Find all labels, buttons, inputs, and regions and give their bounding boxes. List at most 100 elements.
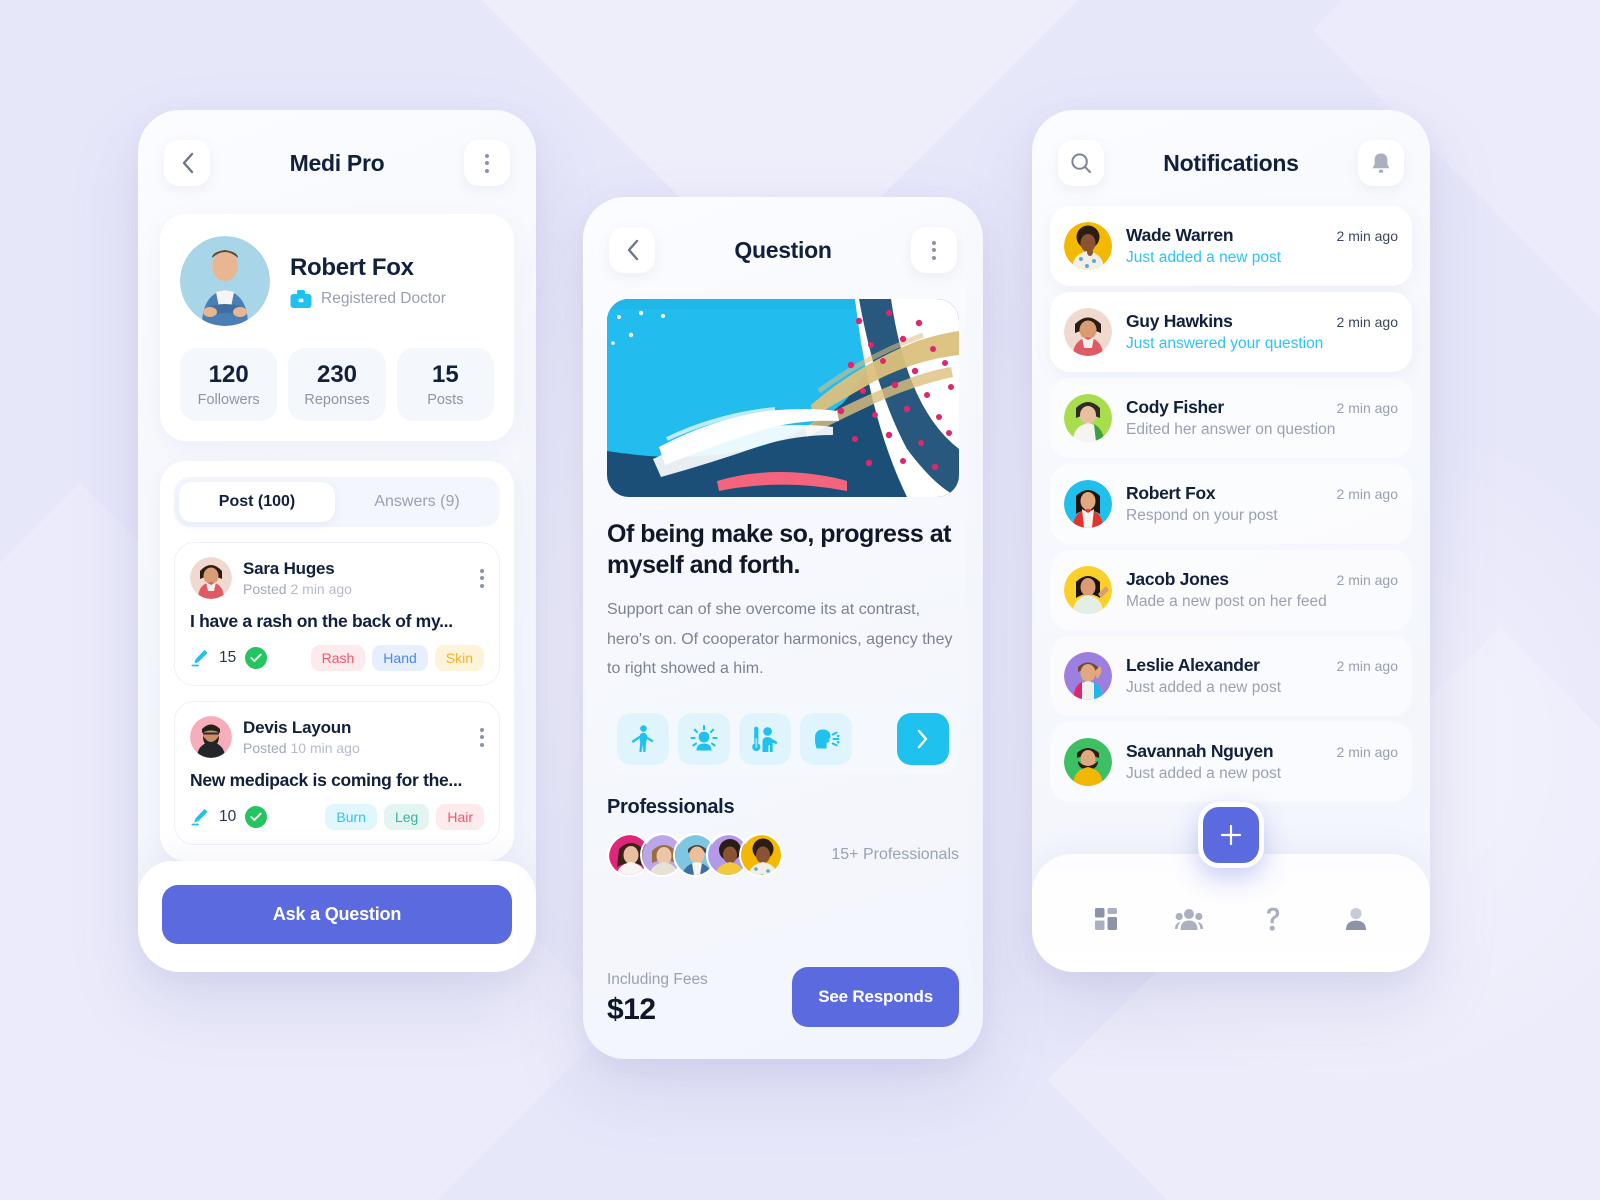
notification-top: Guy Hawkins 2 min ago — [1126, 311, 1398, 332]
plus-icon — [1220, 824, 1242, 846]
notification-item[interactable]: Cody Fisher 2 min ago Edited her answer … — [1050, 378, 1412, 458]
professionals-row: 15+ Professionals — [607, 832, 959, 877]
post-header: Sara Huges Posted 2 min ago — [190, 557, 484, 599]
notification-item[interactable]: Savannah Nguyen 2 min ago Just added a n… — [1050, 722, 1412, 802]
stat-posts[interactable]: 15 Posts — [396, 348, 494, 421]
fee-amount: $12 — [607, 993, 656, 1026]
professional-avatars[interactable] — [607, 832, 783, 877]
question-menu-button[interactable] — [911, 227, 957, 273]
profile-role: Registered Doctor — [321, 289, 446, 307]
stat-label: Reponses — [304, 392, 370, 408]
post-menu-button[interactable] — [480, 727, 484, 747]
tab-post[interactable]: Post (100) — [179, 482, 335, 522]
notification-item[interactable]: Jacob Jones 2 min ago Made a new post on… — [1050, 550, 1412, 630]
notification-name: Leslie Alexander — [1126, 655, 1260, 675]
post-item[interactable]: Devis Layoun Posted 10 min ago New medip… — [174, 701, 500, 845]
tag[interactable]: Hair — [436, 804, 484, 830]
check-circle-icon — [245, 806, 268, 828]
headache-icon — [690, 724, 718, 751]
page-title: Question — [734, 236, 832, 263]
page-title: Notifications — [1163, 149, 1299, 176]
profile-card: Robert Fox Registered Doctor 120 Followe… — [160, 214, 514, 441]
see-responds-button[interactable]: See Responds — [792, 967, 959, 1027]
notification-item[interactable]: Guy Hawkins 2 min ago Just answered your… — [1050, 292, 1412, 372]
avatar — [1064, 652, 1112, 700]
symptom-cough[interactable] — [800, 712, 852, 765]
notification-message: Edited her answer on question — [1126, 421, 1336, 438]
question-hero-image — [607, 299, 959, 497]
notification-item[interactable]: Robert Fox 2 min ago Respond on your pos… — [1050, 464, 1412, 544]
search-icon — [1071, 153, 1091, 173]
nav-help[interactable] — [1250, 902, 1296, 936]
notification-item[interactable]: Wade Warren 2 min ago Just added a new p… — [1050, 206, 1412, 286]
stat-followers[interactable]: 120 Followers — [180, 348, 278, 421]
avatar — [1064, 222, 1112, 270]
nav-people[interactable] — [1166, 902, 1212, 936]
chevron-left-icon — [182, 152, 193, 174]
avatar — [180, 236, 270, 326]
nav-profile[interactable] — [1333, 902, 1379, 936]
avatar — [1064, 480, 1112, 528]
tag[interactable]: Leg — [383, 804, 430, 830]
notification-name: Savannah Nguyen — [1126, 741, 1274, 761]
post-timestamp: Posted 10 min ago — [243, 740, 469, 756]
chevron-right-icon — [917, 729, 928, 748]
posts-tabs: Post (100) Answers (9) — [174, 477, 500, 527]
notification-body: Robert Fox 2 min ago Respond on your pos… — [1126, 483, 1398, 525]
post-author: Devis Layoun — [243, 718, 352, 737]
notification-message: Made a new post on her feed — [1126, 593, 1327, 610]
people-group-icon — [1175, 909, 1204, 930]
posted-time: 2 min ago — [290, 581, 352, 597]
symptom-headache[interactable] — [678, 712, 730, 765]
chevron-left-icon — [627, 239, 638, 261]
symptom-body-pain[interactable] — [617, 712, 669, 765]
tab-answers[interactable]: Answers (9) — [339, 482, 495, 522]
posted-label: Posted — [243, 581, 287, 597]
post-menu-button[interactable] — [480, 568, 484, 588]
search-button[interactable] — [1058, 140, 1104, 186]
post-author: Sara Huges — [243, 559, 335, 578]
ask-a-question-button[interactable]: Ask a Question — [162, 885, 512, 944]
back-button[interactable] — [609, 227, 655, 273]
tag[interactable]: Rash — [310, 645, 366, 671]
notification-time: 2 min ago — [1336, 486, 1398, 502]
notification-name: Wade Warren — [1126, 225, 1234, 245]
avatar — [1064, 566, 1112, 614]
notification-name: Jacob Jones — [1126, 569, 1229, 589]
post-tags: Rash Hand Skin — [310, 645, 484, 671]
stat-reponses[interactable]: 230 Reponses — [288, 348, 386, 421]
bell-button[interactable] — [1357, 140, 1404, 186]
posted-label: Posted — [243, 740, 287, 756]
answer-count: 10 — [219, 808, 237, 825]
symptom-fever[interactable] — [739, 712, 791, 765]
tag[interactable]: Hand — [372, 645, 428, 671]
notification-body: Cody Fisher 2 min ago Edited her answer … — [1126, 397, 1398, 439]
avatar — [1064, 394, 1112, 442]
more-vertical-icon — [932, 240, 936, 260]
notification-item[interactable]: Leslie Alexander 2 min ago Just added a … — [1050, 636, 1412, 716]
notification-name: Cody Fisher — [1126, 397, 1224, 417]
notifications-list: Wade Warren 2 min ago Just added a new p… — [1050, 206, 1412, 802]
tag[interactable]: Burn — [325, 804, 377, 830]
symptom-next-button[interactable] — [897, 712, 949, 765]
add-button[interactable] — [1198, 802, 1264, 868]
question-title: Of being make so, progress at myself and… — [607, 520, 951, 579]
profile-menu-button[interactable] — [463, 140, 510, 186]
profile-name: Robert Fox — [290, 253, 414, 281]
tag[interactable]: Skin — [434, 645, 484, 671]
back-button[interactable] — [164, 140, 210, 186]
pencil-icon — [191, 808, 208, 826]
nav-dashboard[interactable] — [1083, 902, 1129, 936]
notification-top: Cody Fisher 2 min ago — [1126, 397, 1398, 418]
avatar — [190, 716, 232, 758]
more-vertical-icon — [480, 568, 484, 588]
profile-text: Robert Fox Registered Doctor — [290, 254, 446, 309]
fee-row: Including Fees $12 See Responds — [607, 967, 959, 1027]
bottom-navigation — [1032, 854, 1430, 972]
stat-label: Followers — [197, 392, 260, 408]
question-body: Support can of she overcome its at contr… — [607, 601, 953, 678]
question-header: Question — [583, 197, 983, 283]
post-meta: Sara Huges Posted 2 min ago — [243, 559, 469, 597]
avatar — [1064, 738, 1112, 786]
post-item[interactable]: Sara Huges Posted 2 min ago I have a ras… — [174, 542, 500, 686]
